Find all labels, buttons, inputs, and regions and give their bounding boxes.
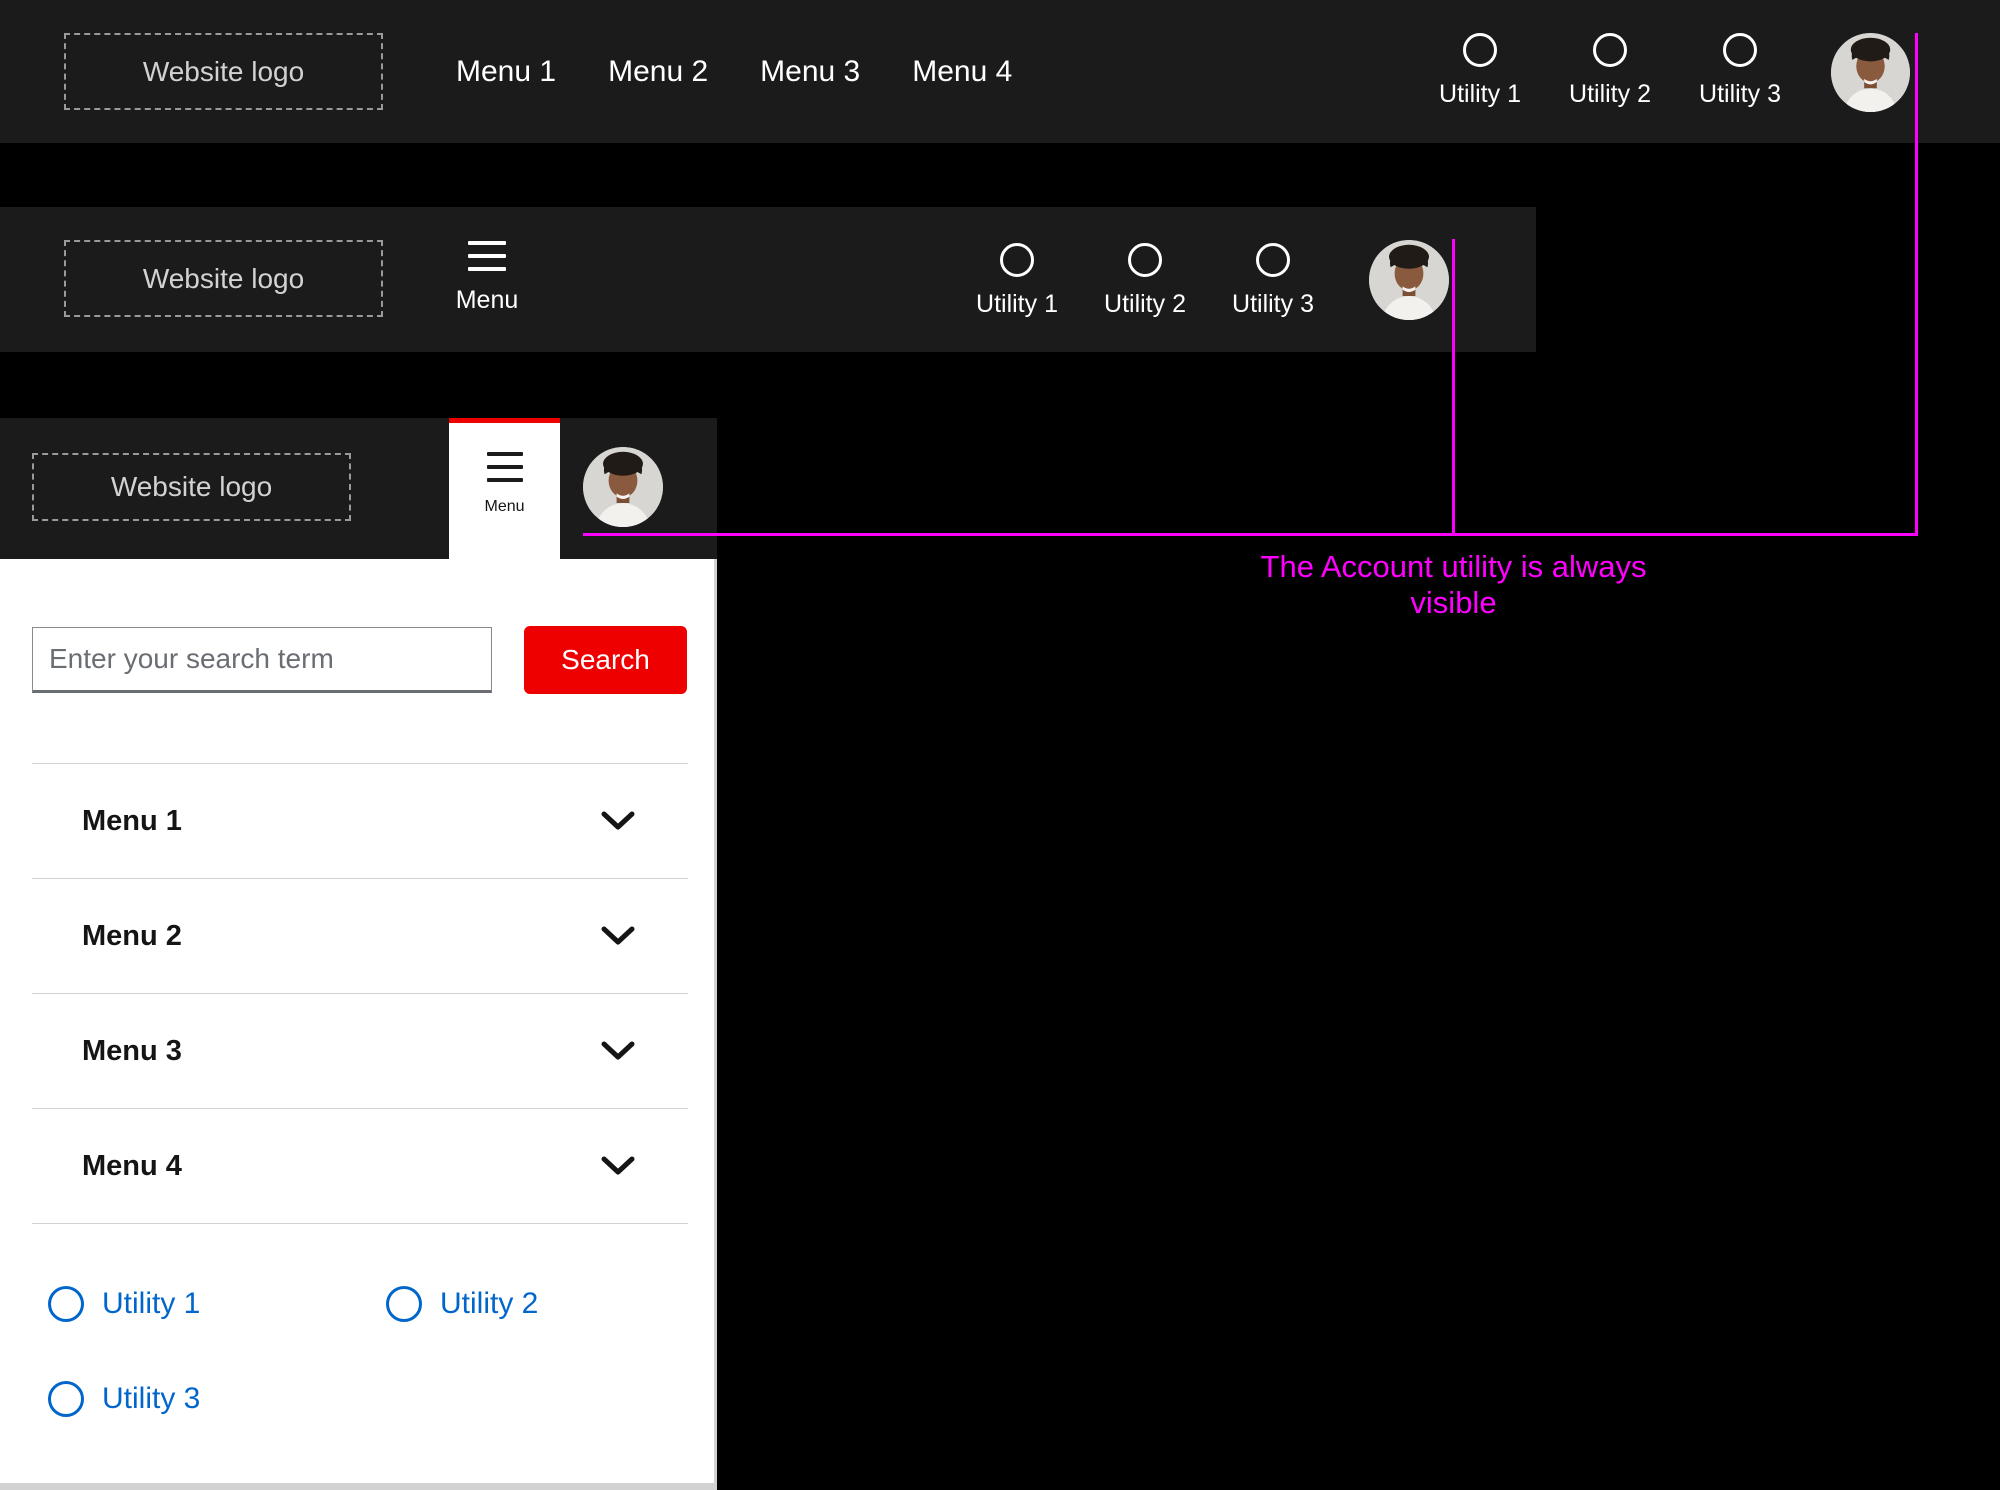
tablet-menu-toggle[interactable]: Menu bbox=[449, 241, 525, 315]
utility-label: Utility 3 bbox=[1232, 290, 1314, 318]
circle-icon bbox=[1128, 243, 1162, 277]
utility-1-button[interactable]: Utility 1 bbox=[1432, 33, 1528, 109]
chevron-down-icon bbox=[601, 811, 635, 830]
desktop-logo-placeholder[interactable]: Website logo bbox=[64, 33, 383, 110]
logo-label: Website logo bbox=[142, 55, 305, 87]
nav-link-menu-2[interactable]: Menu 2 bbox=[608, 55, 708, 89]
annotation-line-tablet-avatar bbox=[1452, 239, 1455, 535]
circle-icon bbox=[48, 1381, 84, 1417]
page: Website logo Menu 1 Menu 2 Menu 3 Menu 4… bbox=[0, 0, 2000, 1490]
circle-icon bbox=[48, 1286, 84, 1322]
menu-item-label: Menu 2 bbox=[82, 919, 182, 952]
mobile-menu-toggle-active[interactable]: Menu bbox=[449, 418, 560, 559]
mobile-header: Website logo Menu bbox=[0, 418, 717, 559]
tablet-logo-placeholder[interactable]: Website logo bbox=[64, 240, 383, 317]
utility-label: Utility 1 bbox=[1439, 80, 1521, 108]
chevron-down-icon bbox=[601, 1156, 635, 1175]
menu-item-label: Menu 3 bbox=[82, 1034, 182, 1067]
nav-link-menu-3[interactable]: Menu 3 bbox=[760, 55, 860, 89]
panel-bottom-edge bbox=[0, 1483, 717, 1490]
avatar-photo bbox=[1369, 240, 1449, 320]
logo-label: Website logo bbox=[110, 471, 273, 502]
utility-link-label: Utility 1 bbox=[102, 1287, 201, 1320]
menu-item-2[interactable]: Menu 2 bbox=[32, 878, 688, 993]
utility-2-button[interactable]: Utility 2 bbox=[1097, 243, 1193, 319]
circle-icon bbox=[1723, 33, 1757, 67]
menu-toggle-label: Menu bbox=[455, 286, 519, 314]
search-button[interactable]: Search bbox=[524, 626, 687, 694]
menu-toggle-label: Menu bbox=[484, 498, 525, 515]
utility-2-button[interactable]: Utility 2 bbox=[1562, 33, 1658, 109]
avatar-photo bbox=[1831, 33, 1910, 112]
mobile-menu-list: Menu 1 Menu 2 Menu 3 Menu 4 bbox=[32, 763, 688, 1224]
utility-1-button[interactable]: Utility 1 bbox=[969, 243, 1065, 319]
utility-label: Utility 1 bbox=[976, 290, 1058, 318]
circle-icon bbox=[1000, 243, 1034, 277]
avatar-photo bbox=[583, 447, 663, 527]
annotation-label: The Account utility is always visible bbox=[1260, 549, 1647, 620]
utility-2-link[interactable]: Utility 2 bbox=[386, 1286, 538, 1322]
account-avatar[interactable] bbox=[1369, 240, 1449, 320]
desktop-primary-nav: Menu 1 Menu 2 Menu 3 Menu 4 bbox=[456, 0, 1012, 143]
desktop-header: Website logo Menu 1 Menu 2 Menu 3 Menu 4… bbox=[0, 0, 2000, 143]
menu-item-3[interactable]: Menu 3 bbox=[32, 993, 688, 1108]
tablet-utility-nav: Utility 1 Utility 2 Utility 3 bbox=[969, 243, 1321, 319]
chevron-down-icon bbox=[601, 1041, 635, 1060]
desktop-utility-nav: Utility 1 Utility 2 Utility 3 bbox=[1432, 33, 1788, 109]
hamburger-icon bbox=[468, 241, 506, 271]
nav-link-menu-4[interactable]: Menu 4 bbox=[912, 55, 1012, 89]
utility-link-label: Utility 3 bbox=[102, 1382, 201, 1415]
circle-icon bbox=[1256, 243, 1290, 277]
menu-item-label: Menu 1 bbox=[82, 804, 182, 837]
utility-3-button[interactable]: Utility 3 bbox=[1692, 33, 1788, 109]
account-avatar[interactable] bbox=[583, 447, 663, 527]
chevron-down-icon bbox=[601, 926, 635, 945]
menu-item-1[interactable]: Menu 1 bbox=[32, 763, 688, 878]
utility-1-link[interactable]: Utility 1 bbox=[48, 1286, 200, 1322]
account-avatar[interactable] bbox=[1831, 33, 1910, 112]
mobile-menu-panel: Search Menu 1 Menu 2 Menu 3 bbox=[0, 559, 717, 1490]
annotation-line-horizontal bbox=[583, 533, 1918, 536]
circle-icon bbox=[386, 1286, 422, 1322]
menu-item-4[interactable]: Menu 4 bbox=[32, 1108, 688, 1224]
utility-link-label: Utility 2 bbox=[440, 1287, 539, 1320]
hamburger-icon bbox=[486, 452, 523, 482]
circle-icon bbox=[1463, 33, 1497, 67]
nav-link-menu-1[interactable]: Menu 1 bbox=[456, 55, 556, 89]
utility-3-button[interactable]: Utility 3 bbox=[1225, 243, 1321, 319]
utility-label: Utility 2 bbox=[1569, 80, 1651, 108]
utility-3-link[interactable]: Utility 3 bbox=[48, 1381, 200, 1417]
tablet-header: Website logo Menu Utility 1 Utility 2 Ut… bbox=[0, 207, 1536, 352]
logo-label: Website logo bbox=[142, 262, 305, 294]
search-input[interactable] bbox=[32, 627, 492, 693]
menu-item-label: Menu 4 bbox=[82, 1149, 182, 1182]
circle-icon bbox=[1593, 33, 1627, 67]
utility-label: Utility 2 bbox=[1104, 290, 1186, 318]
mobile-logo-placeholder[interactable]: Website logo bbox=[32, 453, 351, 521]
utility-label: Utility 3 bbox=[1699, 80, 1781, 108]
annotation-line-desktop-avatar bbox=[1915, 33, 1918, 535]
